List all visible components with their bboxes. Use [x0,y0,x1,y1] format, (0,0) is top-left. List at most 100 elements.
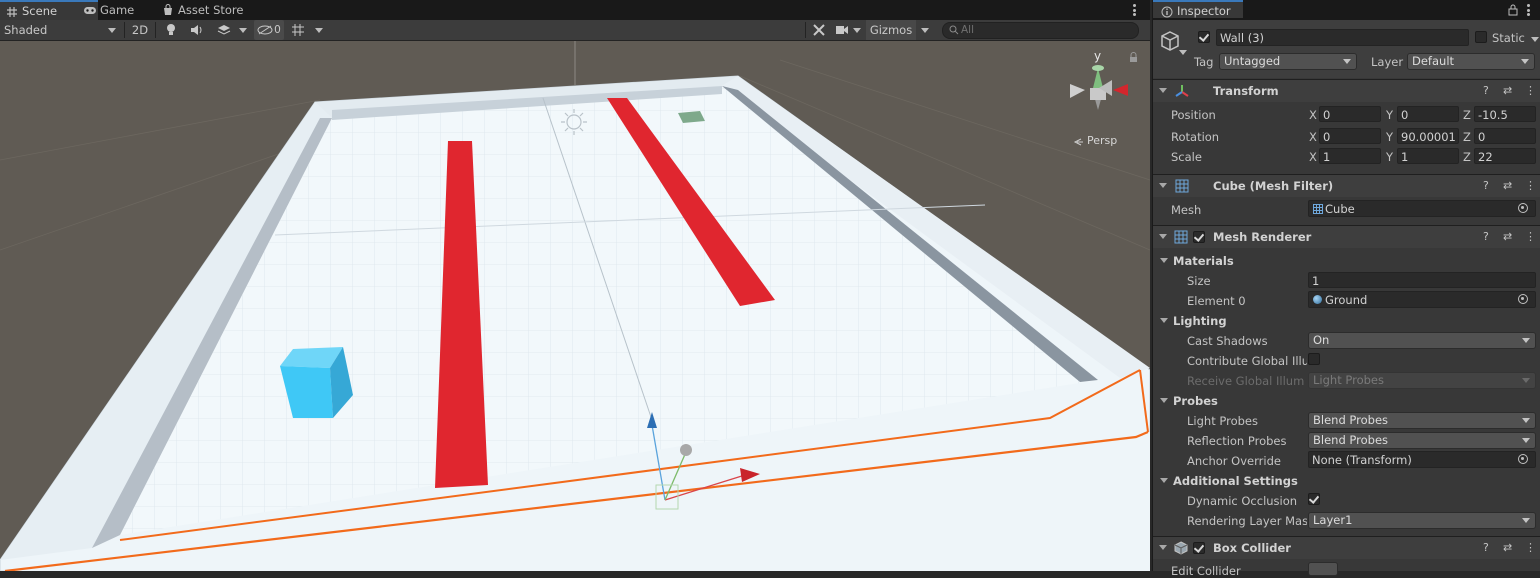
fold-arrow-icon[interactable] [1160,318,1168,323]
transform-header[interactable]: Transform ? ⇄ ⋮ [1153,79,1540,102]
preset-icon[interactable]: ⇄ [1503,179,1512,192]
gizmos-button[interactable]: Gizmos [866,20,916,40]
tag-value: Untagged [1224,54,1281,68]
position-y-field[interactable]: 0 [1397,106,1459,122]
rotation-x-value: 0 [1323,130,1331,144]
chevron-down-icon [1522,378,1530,383]
scene-lighting-button[interactable] [160,20,182,40]
fold-arrow-icon[interactable] [1159,88,1167,93]
component-menu-icon[interactable]: ⋮ [1525,541,1536,554]
anchor-override-field[interactable]: None (Transform) [1308,451,1536,468]
mesh-renderer-enabled-checkbox[interactable] [1193,231,1205,243]
scale-y-field[interactable]: 1 [1397,148,1459,164]
scene-visibility-toggle[interactable]: 0 [254,20,284,40]
mesh-filter-header[interactable]: Cube (Mesh Filter) ? ⇄ ⋮ [1153,174,1540,197]
element0-material-field[interactable]: Ground [1308,291,1536,308]
position-z-field[interactable]: -10.5 [1474,106,1536,122]
component-menu-icon[interactable]: ⋮ [1525,230,1536,243]
preset-icon[interactable]: ⇄ [1503,541,1512,554]
info-icon [1161,6,1173,18]
position-x-field[interactable]: 0 [1319,106,1381,122]
persp-label[interactable]: Persp [1087,134,1117,147]
object-picker-icon[interactable] [1518,294,1528,304]
scene-tools-button[interactable] [808,20,830,40]
chevron-down-icon[interactable] [1179,50,1187,55]
help-icon[interactable]: ? [1483,179,1489,192]
rotation-z-field[interactable]: 0 [1474,128,1536,144]
grid-settings-dropdown[interactable] [287,20,327,40]
layer-dropdown[interactable]: Default [1407,53,1535,70]
scale-x-field[interactable]: 1 [1319,148,1381,164]
gamepad-icon [84,7,96,14]
tab-inspector[interactable]: Inspector [1153,0,1243,18]
help-icon[interactable]: ? [1483,84,1489,97]
tag-dropdown[interactable]: Untagged [1219,53,1357,70]
fold-arrow-icon[interactable] [1160,478,1168,483]
fold-arrow-icon[interactable] [1160,398,1168,403]
draw-mode-dropdown[interactable]: Shaded [4,20,120,40]
fold-arrow-icon[interactable] [1159,183,1167,188]
box-collider-header[interactable]: Box Collider ? ⇄ ⋮ [1153,536,1540,559]
tab-asset-store[interactable]: Asset Store [156,0,278,20]
mesh-grid-icon [1175,179,1189,193]
rotation-y-field[interactable]: 90.00001 [1397,128,1459,144]
box-collider-enabled-checkbox[interactable] [1193,542,1205,554]
rotation-y-value: 90.00001 [1401,130,1456,144]
object-picker-icon[interactable] [1518,203,1528,213]
toggle-2d-button[interactable]: 2D [128,20,152,40]
axis-z-label: Z [1463,150,1471,164]
scene-more-menu-icon[interactable] [1133,4,1136,16]
component-menu-icon[interactable]: ⋮ [1525,84,1536,97]
mesh-renderer-header[interactable]: Mesh Renderer ? ⇄ ⋮ [1153,225,1540,248]
layer-value: Default [1412,54,1455,68]
object-picker-icon[interactable] [1518,454,1528,464]
scene-camera-dropdown[interactable] [833,20,863,40]
help-icon[interactable]: ? [1483,541,1489,554]
gizmos-label: Gizmos [869,23,913,37]
chevron-down-icon[interactable] [1531,37,1539,42]
scale-z-field[interactable]: 22 [1474,148,1536,164]
lightbulb-icon [167,24,175,35]
object-name-field[interactable]: Wall (3) [1216,29,1469,46]
rotation-x-field[interactable]: 0 [1319,128,1381,144]
scale-label: Scale [1171,150,1202,164]
static-checkbox[interactable] [1475,31,1487,43]
contribute-gi-label: Contribute Global Illu [1187,354,1307,368]
probes-section[interactable]: Probes [1173,394,1218,408]
rendering-layer-dropdown[interactable]: Layer1 [1308,512,1536,529]
gameobject-cube-icon[interactable] [1159,30,1181,52]
lighting-section[interactable]: Lighting [1173,314,1227,328]
position-x-value: 0 [1323,108,1331,122]
lock-icon[interactable] [1508,4,1518,16]
chevron-down-icon [239,27,247,33]
mesh-renderer-title: Mesh Renderer [1213,230,1312,244]
mesh-object-field[interactable]: Cube [1308,200,1536,217]
scene-search-input[interactable]: All [942,22,1139,39]
fold-arrow-icon[interactable] [1159,545,1167,550]
toggle-2d-label: 2D [131,23,149,37]
fold-arrow-icon[interactable] [1159,234,1167,239]
dynamic-occlusion-label: Dynamic Occlusion [1187,494,1298,508]
axis-x-label: X [1309,150,1317,164]
scene-viewport[interactable]: y Persp [0,41,1150,571]
preset-icon[interactable]: ⇄ [1503,230,1512,243]
component-menu-icon[interactable]: ⋮ [1525,179,1536,192]
scene-effects-dropdown[interactable] [212,20,252,40]
reflection-probes-dropdown[interactable]: Blend Probes [1308,432,1536,449]
materials-section[interactable]: Materials [1173,254,1234,268]
contribute-gi-checkbox[interactable] [1308,353,1320,365]
dynamic-occlusion-checkbox[interactable] [1308,493,1320,505]
help-icon[interactable]: ? [1483,230,1489,243]
light-probes-dropdown[interactable]: Blend Probes [1308,412,1536,429]
active-checkbox[interactable] [1198,31,1210,43]
inspector-more-menu-icon[interactable] [1527,4,1530,16]
size-field[interactable]: 1 [1308,272,1536,288]
additional-settings-section[interactable]: Additional Settings [1173,474,1298,488]
axis-y-label: Y [1386,130,1394,144]
edit-collider-button[interactable] [1308,562,1338,576]
preset-icon[interactable]: ⇄ [1503,84,1512,97]
fold-arrow-icon[interactable] [1160,258,1168,263]
scene-audio-button[interactable] [186,20,208,40]
gizmos-dropdown[interactable] [917,20,933,40]
cast-shadows-dropdown[interactable]: On [1308,332,1536,349]
